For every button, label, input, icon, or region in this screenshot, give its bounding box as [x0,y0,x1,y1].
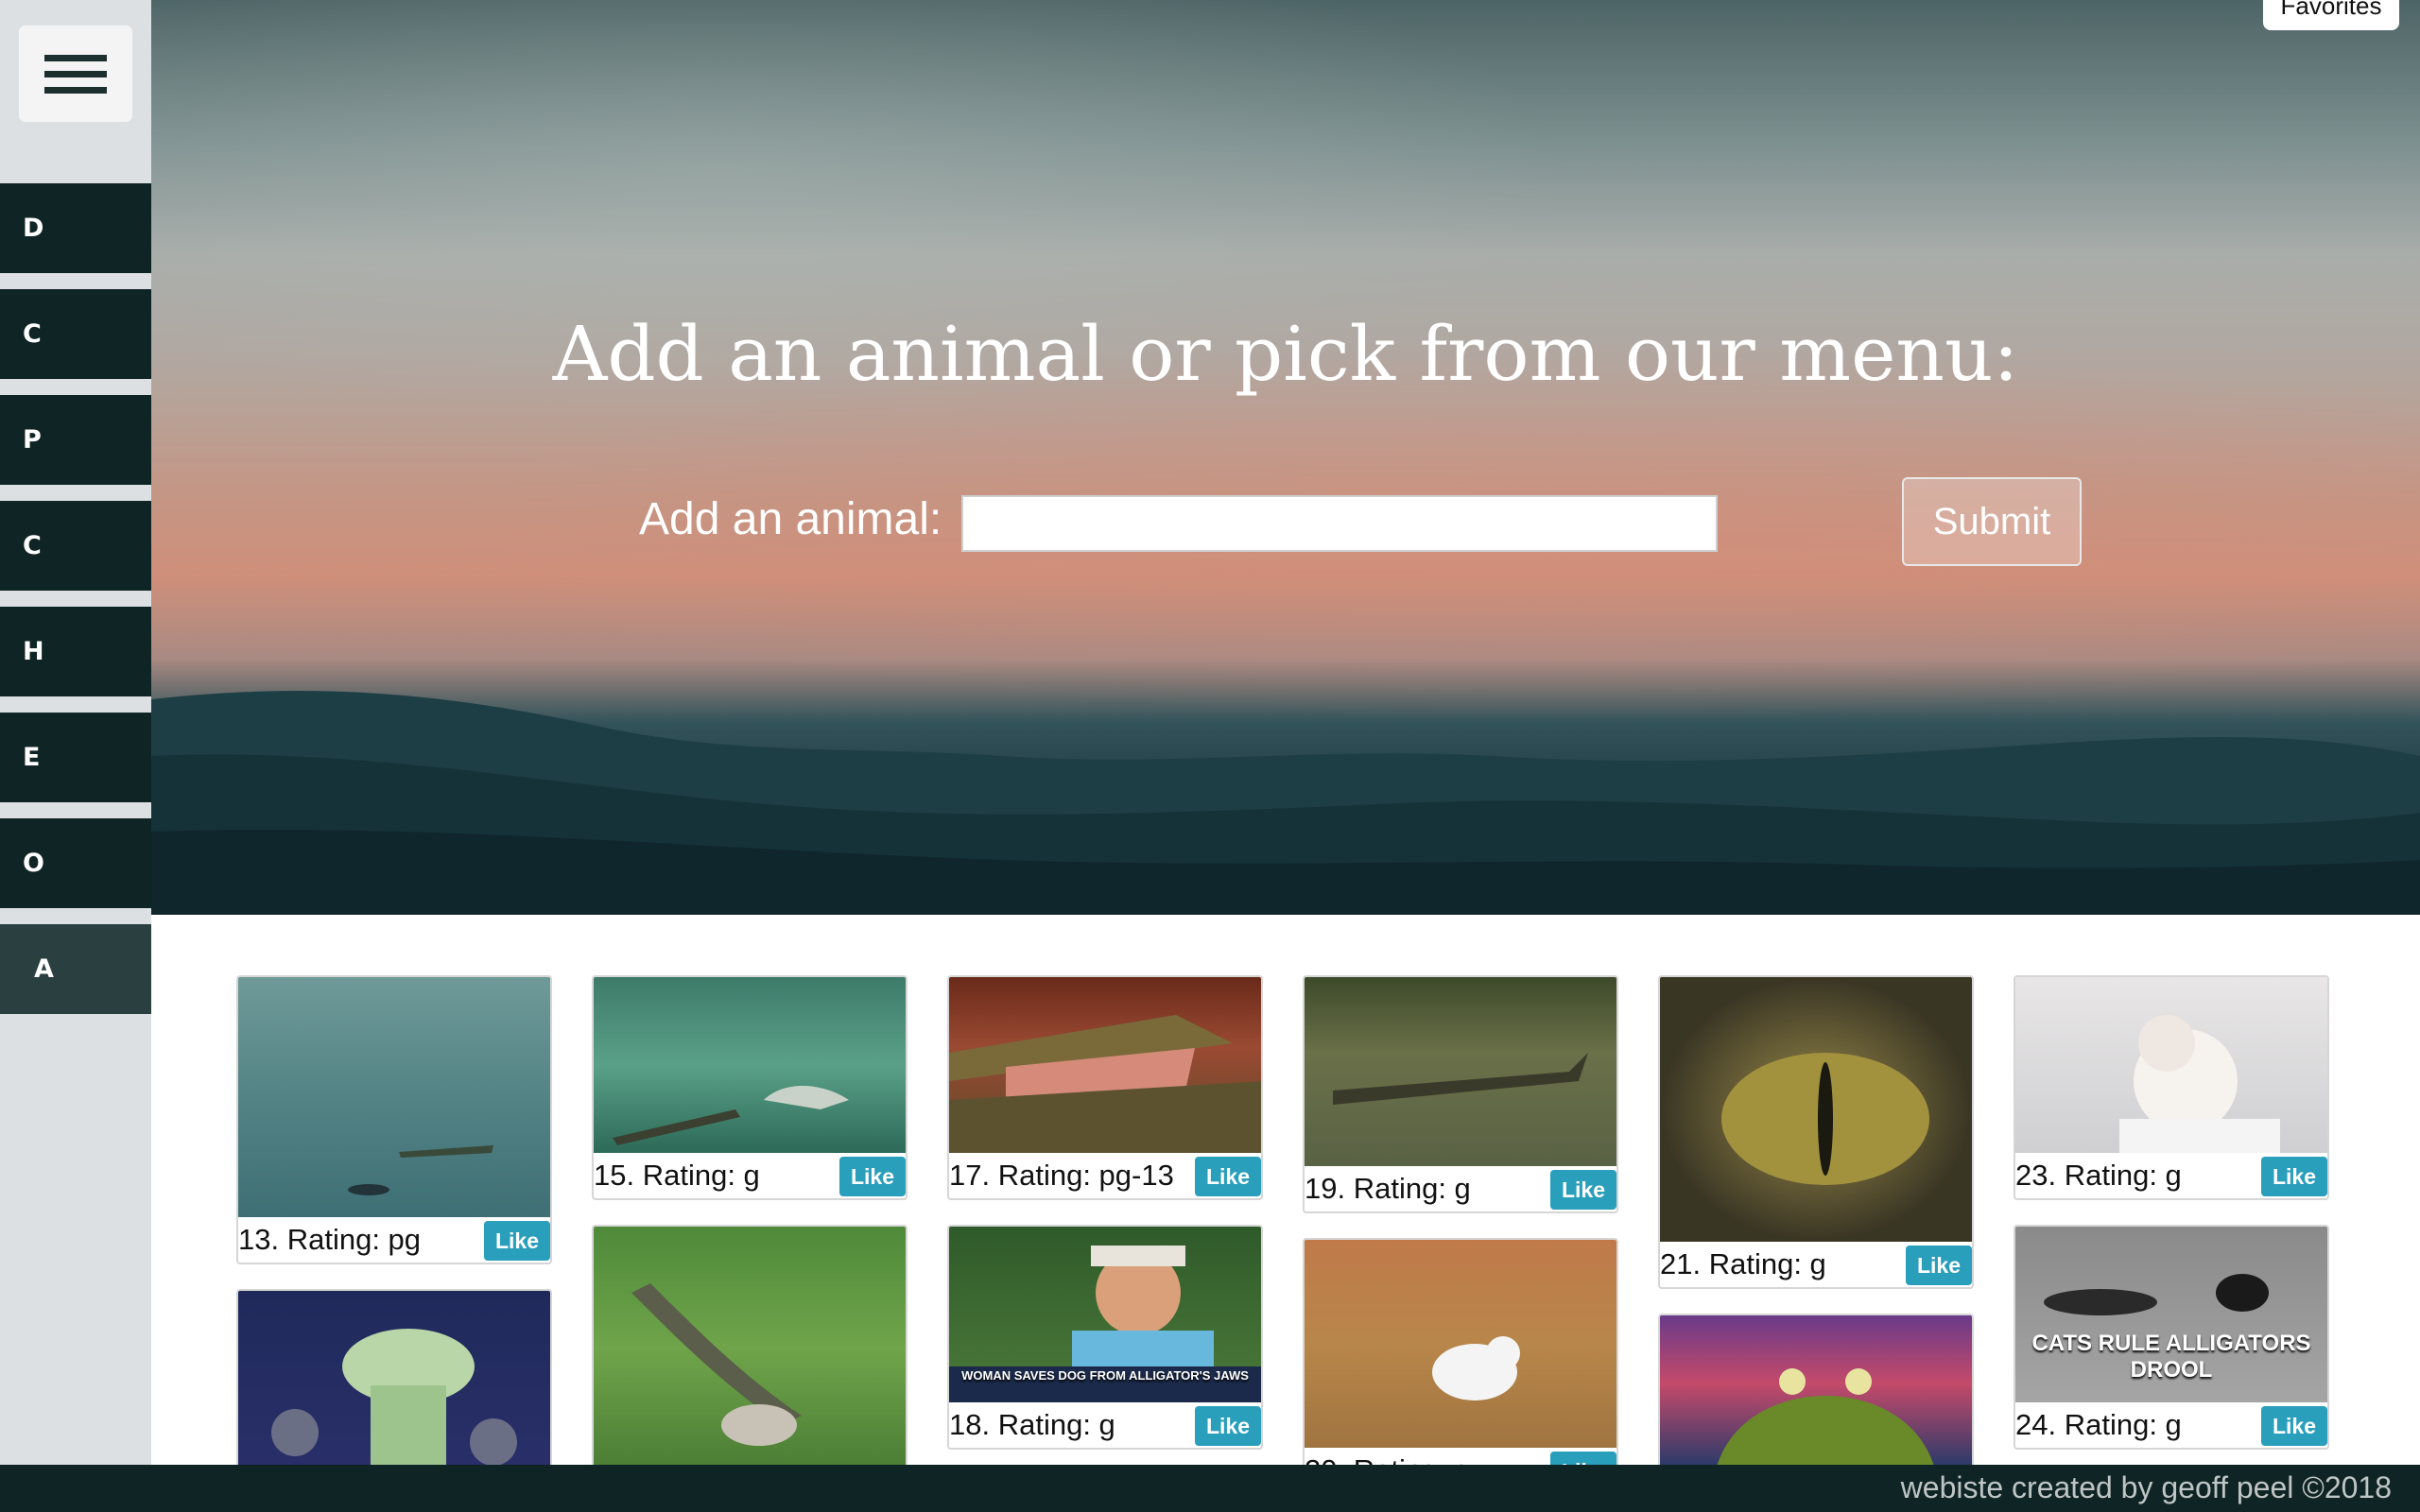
gif-image[interactable] [594,1227,906,1465]
page-headline: Add an animal or pick from our menu: [552,310,2019,398]
gif-image-art [949,1015,1261,1153]
like-button[interactable]: Like [484,1221,550,1261]
like-button[interactable]: Like [1550,1452,1616,1465]
gif-image-art [1717,1368,1934,1465]
like-button[interactable]: Like [1195,1157,1261,1196]
footer-credit: webiste created by geoff peel ©2018 [1900,1470,2392,1504]
sidebar-button-e[interactable]: E [0,713,151,802]
gif-card[interactable]: WOMAN SAVES DOG FROM ALLIGATOR'S JAWS 18… [947,1225,1263,1450]
gif-image-art [613,1086,849,1145]
landscape-background [151,691,2420,915]
sidebar-button-d[interactable]: D [0,183,151,273]
gif-gallery: 13. Rating: pg Like 15. Rating: g Like 1… [151,915,2420,1465]
gif-image[interactable]: WOMAN SAVES DOG FROM ALLIGATOR'S JAWS [949,1227,1261,1402]
sidebar-button-c[interactable]: C [0,289,151,379]
gif-image[interactable] [1305,977,1616,1166]
like-button[interactable]: Like [839,1157,906,1196]
gif-image-art [1721,1053,1929,1185]
gif-card[interactable] [236,1289,552,1465]
gif-image-art [1333,1053,1588,1105]
gif-image[interactable] [238,1291,550,1465]
gif-overlay-text: WOMAN SAVES DOG FROM ALLIGATOR'S JAWS [961,1368,1249,1383]
like-button[interactable]: Like [1195,1406,1261,1446]
gif-card[interactable]: 20. Rating: g Like [1303,1238,1618,1465]
gif-card[interactable] [592,1225,908,1465]
sidebar-button-a[interactable]: A [0,924,151,1014]
gif-image-art [1432,1336,1520,1400]
gif-image-art [2119,1015,2280,1153]
gif-card[interactable]: 19. Rating: g Like [1303,975,1618,1213]
hero-banner: Add an animal or pick from our menu: Add… [151,0,2420,915]
gif-image[interactable] [1305,1240,1616,1448]
add-animal-input[interactable] [961,495,1718,552]
gif-image[interactable] [1660,1315,1972,1465]
like-button[interactable]: Like [2261,1157,2327,1196]
gif-image-art [348,1145,493,1195]
sidebar-button-p[interactable]: P [0,395,151,485]
gif-image-art [631,1283,802,1446]
like-button[interactable]: Like [1906,1246,1972,1285]
sidebar: D C P C H E O A [0,0,151,1465]
hamburger-menu-icon[interactable] [19,26,132,122]
gif-image[interactable] [1660,977,1972,1242]
gif-image[interactable] [2015,977,2327,1153]
gif-image[interactable] [949,977,1261,1153]
gif-image[interactable]: CATS RULE ALLIGATORS DROOL [2015,1227,2327,1402]
gif-image[interactable] [594,977,906,1153]
sidebar-button-h[interactable]: H [0,607,151,696]
gif-image[interactable] [238,977,550,1217]
sidebar-button-o[interactable]: O [0,818,151,908]
gif-card[interactable]: 21. Rating: g Like [1658,975,1974,1289]
gif-card[interactable]: CATS RULE ALLIGATORS DROOL 24. Rating: g… [2014,1225,2329,1450]
like-button[interactable]: Like [2261,1406,2327,1446]
footer: webiste created by geoff peel ©2018 [0,1465,2420,1512]
gif-overlay-text: CATS RULE ALLIGATORS DROOL [2031,1331,2311,1383]
favorites-button[interactable]: Favorites [2263,0,2399,30]
gif-image-art [271,1329,517,1465]
like-button[interactable]: Like [1550,1170,1616,1210]
gif-card[interactable]: 13. Rating: pg Like [236,975,552,1264]
gif-card[interactable] [1658,1314,1974,1465]
sidebar-button-c-2[interactable]: C [0,501,151,591]
gif-card[interactable]: 17. Rating: pg-13 Like [947,975,1263,1200]
gif-card[interactable]: 15. Rating: g Like [592,975,908,1200]
add-animal-label: Add an animal: [639,494,942,544]
gif-card[interactable]: 23. Rating: g Like [2014,975,2329,1200]
submit-button[interactable]: Submit [1902,477,2082,566]
